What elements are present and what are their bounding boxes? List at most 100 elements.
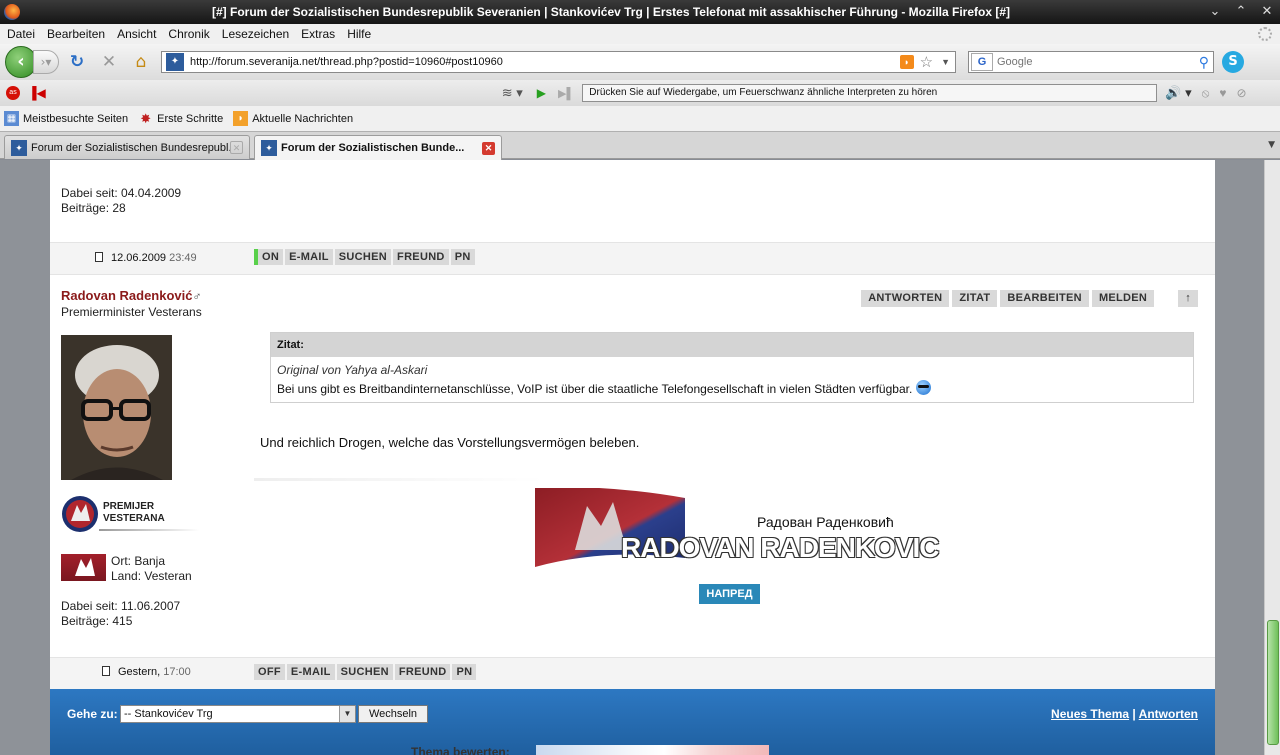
signature-badge[interactable]: НАПРЕД <box>699 584 760 604</box>
rss-icon: ◗ <box>233 111 249 126</box>
home-icon[interactable]: ⌂ <box>127 50 155 74</box>
reply-button[interactable]: ANTWORTEN <box>861 290 950 307</box>
firefox-flame-icon: ✸ <box>140 111 152 126</box>
scrollbar-thumb[interactable] <box>1267 620 1279 745</box>
reply-link[interactable]: Antworten <box>1139 707 1198 721</box>
search-magnifier-icon[interactable]: ⚲ <box>1199 54 1209 71</box>
search-bar[interactable]: G ⚲ <box>968 51 1214 73</box>
skype-icon[interactable]: S <box>1222 51 1244 73</box>
bookmark-first-steps[interactable]: ✸ Erste Schritte <box>138 111 223 126</box>
post-author[interactable]: Radovan Radenković♂ <box>61 288 202 303</box>
country-flag <box>61 554 106 581</box>
tab-forum-1[interactable]: ✦ Forum der Sozialistischen Bundesrepubl… <box>4 135 250 159</box>
google-engine-icon[interactable]: G <box>971 53 993 71</box>
love-icon[interactable]: ♥ <box>1219 86 1226 100</box>
menu-datei[interactable]: Datei <box>2 27 40 41</box>
rank-badge: PREMIJER VESTERANA <box>61 495 201 535</box>
footer-links: Neues Thema | Antworten <box>1051 707 1198 721</box>
url-dropdown-icon[interactable]: ▼ <box>941 57 950 67</box>
search-user-button[interactable]: SUCHEN <box>334 249 392 265</box>
list-all-tabs-icon[interactable]: ▼ <box>1268 140 1275 150</box>
forum-content: Dabei seit: 04.04.2009 Beiträge: 28 12.0… <box>50 160 1215 755</box>
menu-bar: Datei Bearbeiten Ansicht Chronik Lesezei… <box>0 24 1280 44</box>
menu-ansicht[interactable]: Ansicht <box>112 27 161 41</box>
player-toggle-icon[interactable]: ▐◀ <box>28 86 46 100</box>
author-name[interactable]: Radovan Radenković <box>61 288 193 303</box>
post-document-icon <box>95 252 103 262</box>
tab-close-icon[interactable]: ✕ <box>230 141 243 154</box>
next-track-icon[interactable]: ▶▌ <box>558 87 574 100</box>
menu-bearbeiten[interactable]: Bearbeiten <box>42 27 110 41</box>
friend-button[interactable]: FREUND <box>394 664 451 680</box>
avatar-portrait <box>61 335 172 480</box>
bookmark-label: Erste Schritte <box>157 112 224 125</box>
edit-button[interactable]: BEARBEITEN <box>1000 290 1089 307</box>
lastfm-icon[interactable]: as <box>6 86 20 100</box>
bookmark-label: Meistbesuchte Seiten <box>23 112 129 125</box>
player-ticker: Drücken Sie auf Wiedergabe, um Feuerschw… <box>582 84 1158 102</box>
email-button[interactable]: E-MAIL <box>285 249 333 265</box>
chevron-down-icon[interactable]: ▼ <box>339 706 355 722</box>
menu-extras[interactable]: Extras <box>296 27 340 41</box>
wifi-icon[interactable]: ≋ ▾ <box>502 85 523 101</box>
tab-forum-2-active[interactable]: ✦ Forum der Sozialistischen Bunde... ✕ <box>254 135 502 160</box>
tab-bar: ✦ Forum der Sozialistischen Bundesrepubl… <box>0 131 1280 160</box>
bookmark-most-visited[interactable]: ▦ Meistbesuchte Seiten <box>4 111 128 126</box>
forward-button[interactable]: ›▾ <box>33 50 59 74</box>
cool-smiley-icon <box>916 380 932 395</box>
tab-label: Forum der Sozialistischen Bunde... <box>281 142 465 154</box>
offline-status-badge: OFF <box>254 664 285 680</box>
rank-badge-text: PREMIJER VESTERANA <box>103 501 165 525</box>
reload-icon[interactable]: ↻ <box>63 50 91 74</box>
switch-button[interactable]: Wechseln <box>358 705 428 723</box>
address-bar[interactable]: ✦ http://forum.severanija.net/thread.php… <box>161 51 956 73</box>
rating-bar[interactable] <box>536 745 769 755</box>
email-button[interactable]: E-MAIL <box>286 664 335 680</box>
music-toolbar: as ▐◀ ≋ ▾ ▶ ▶▌ Drücken Sie auf Wiedergab… <box>0 80 1280 106</box>
post-message: Und reichlich Drogen, welche das Vorstel… <box>260 435 640 450</box>
quote-author: Original von Yahya al-Askari <box>277 363 428 377</box>
bookmark-star-icon[interactable]: ☆ <box>920 53 933 71</box>
user-button-group: ON E-MAIL SUCHEN FREUND PN <box>254 249 477 265</box>
report-button[interactable]: MELDEN <box>1091 290 1155 307</box>
male-icon: ♂ <box>192 289 202 303</box>
pm-button[interactable]: PN <box>452 664 477 680</box>
new-topic-link[interactable]: Neues Thema <box>1051 707 1129 721</box>
tab-close-icon[interactable]: ✕ <box>482 141 495 155</box>
minimize-button[interactable]: ⌄ <box>1202 2 1228 22</box>
signature-banner: Радован Раденковић RADOVAN RADENKOVIC <box>535 488 939 567</box>
badge-underline <box>99 529 199 531</box>
friend-button[interactable]: FREUND <box>393 249 449 265</box>
url-text[interactable]: http://forum.severanija.net/thread.php?p… <box>190 56 900 68</box>
quote-body: Bei uns gibt es Breitbandinternetanschlü… <box>277 382 913 396</box>
play-icon[interactable]: ▶ <box>537 86 546 100</box>
post-date: Gestern, <box>118 666 161 678</box>
pm-button[interactable]: PN <box>450 249 475 265</box>
goto-select[interactable]: -- Stankovićev Trg ▼ <box>120 705 356 723</box>
menu-lesezeichen[interactable]: Lesezeichen <box>217 27 294 41</box>
block-icon[interactable]: ⊘ <box>1237 86 1247 100</box>
volume-icon[interactable]: 🔊 ▾ <box>1165 85 1191 101</box>
link-separator: | <box>1132 707 1136 721</box>
post-time: 17:00 <box>163 666 191 678</box>
window-title: [#] Forum der Sozialistischen Bundesrepu… <box>211 5 1011 19</box>
search-input[interactable] <box>997 56 1199 68</box>
bookmark-news[interactable]: ◗ Aktuelle Nachrichten <box>233 111 353 126</box>
maximize-button[interactable]: ⌃ <box>1228 2 1254 22</box>
scroll-top-icon[interactable]: ↑ <box>1178 290 1198 307</box>
post-footer-bar: 12.06.2009 23:49 ON E-MAIL SUCHEN FREUND PN <box>50 242 1215 275</box>
signature-divider <box>254 478 544 481</box>
quote-button[interactable]: ZITAT <box>952 290 998 307</box>
menu-chronik[interactable]: Chronik <box>163 27 214 41</box>
rank-badge-line1: PREMIJER <box>103 501 155 512</box>
tab-label: Forum der Sozialistischen Bundesrepubl..… <box>31 141 230 154</box>
search-user-button[interactable]: SUCHEN <box>336 664 393 680</box>
ban-icon[interactable]: ⦸ <box>1202 86 1210 101</box>
rss-feed-icon[interactable]: ◗ <box>899 55 914 69</box>
throbber-icon <box>1258 27 1272 41</box>
vertical-scrollbar[interactable] <box>1264 160 1280 755</box>
menu-hilfe[interactable]: Hilfe <box>342 27 376 41</box>
stop-icon[interactable]: ✕ <box>95 50 123 74</box>
title-bar: [#] Forum der Sozialistischen Bundesrepu… <box>0 0 1280 24</box>
close-window-button[interactable]: ✕ <box>1254 2 1280 22</box>
